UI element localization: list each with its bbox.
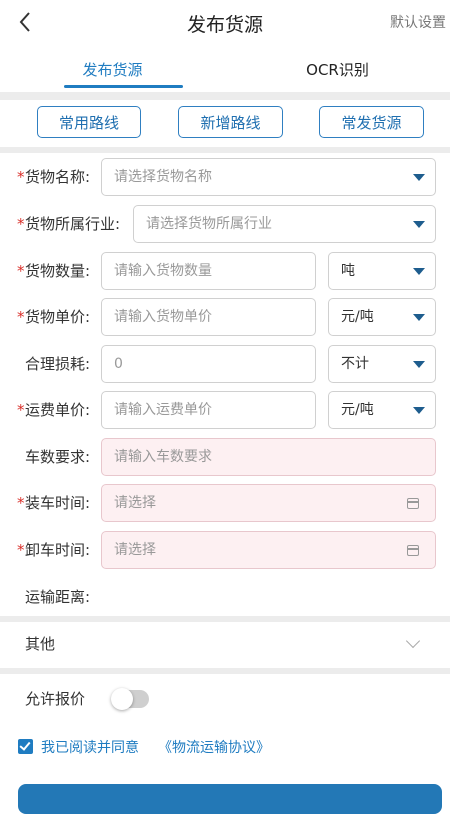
loss-row: 合理损耗: 0 不计: [0, 345, 450, 383]
loss-input[interactable]: 0: [101, 345, 316, 383]
loss-label: 合理损耗:: [25, 355, 91, 373]
agreement-text: 我已阅读并同意: [41, 740, 139, 756]
distance-label: 运输距离:: [25, 588, 91, 606]
switch-knob: [111, 688, 133, 710]
page-title: 发布货源: [186, 14, 263, 36]
quantity-row: * 货物数量: 请输入货物数量 吨: [0, 252, 450, 290]
allow-quote-switch[interactable]: [111, 688, 149, 710]
quantity-label: * 货物数量:: [17, 252, 90, 290]
load-time-label: * 装车时间:: [17, 484, 90, 522]
other-label: 其他: [25, 635, 56, 653]
other-section-toggle[interactable]: 其他: [0, 622, 450, 666]
tab-bar: 发布货源 OCR识别: [0, 48, 450, 90]
submit-button[interactable]: [18, 784, 442, 814]
unit-price-row: * 货物单价: 请输入货物单价 元/吨: [0, 298, 450, 336]
tab-publish-goods[interactable]: 发布货源: [0, 48, 225, 90]
goods-name-label: * 货物名称:: [17, 158, 90, 196]
unit-price-unit-select[interactable]: 元/吨: [328, 298, 436, 336]
checkbox-checked-icon[interactable]: [18, 739, 33, 754]
loss-unit-select[interactable]: 不计: [328, 345, 436, 383]
default-settings-link[interactable]: 默认设置: [390, 12, 446, 32]
agreement-link[interactable]: 《物流运输协议》: [158, 737, 270, 757]
calendar-icon: [407, 545, 419, 556]
industry-select[interactable]: 请选择货物所属行业: [133, 205, 436, 243]
calendar-icon: [407, 498, 419, 509]
app-header: 发布货源 默认设置: [0, 0, 450, 44]
vehicle-count-label: 车数要求:: [25, 448, 91, 466]
load-time-picker[interactable]: 请选择: [101, 484, 436, 522]
unit-price-input[interactable]: 请输入货物单价: [101, 298, 316, 336]
freight-price-row: * 运费单价: 请输入运费单价 元/吨: [0, 391, 450, 429]
caret-down-icon: [413, 361, 425, 368]
common-routes-button[interactable]: 常用路线: [37, 106, 141, 138]
shortcut-bar: 常用路线 新增路线 常发货源: [0, 100, 450, 146]
required-mark: *: [17, 401, 25, 419]
tab-ocr[interactable]: OCR识别: [225, 48, 450, 90]
industry-row: * 货物所属行业: 请选择货物所属行业: [0, 205, 450, 243]
allow-quote-label: 允许报价: [25, 690, 86, 708]
distance-row: 运输距离:: [0, 578, 450, 616]
divider: [0, 668, 450, 674]
goods-name-row: * 货物名称: 请选择货物名称: [0, 158, 450, 196]
required-mark: *: [17, 262, 25, 280]
goods-name-select[interactable]: 请选择货物名称: [101, 158, 436, 196]
required-mark: *: [17, 494, 25, 512]
vehicle-count-row: 车数要求: 请输入车数要求: [0, 438, 450, 476]
freight-price-label: * 运费单价:: [17, 391, 90, 429]
load-time-row: * 装车时间: 请选择: [0, 484, 450, 522]
caret-down-icon: [413, 314, 425, 321]
unit-price-label: * 货物单价:: [17, 298, 90, 336]
industry-label: * 货物所属行业:: [17, 205, 120, 243]
quantity-input[interactable]: 请输入货物数量: [101, 252, 316, 290]
required-mark: *: [17, 215, 25, 233]
vehicle-count-input[interactable]: 请输入车数要求: [101, 438, 436, 476]
unload-time-label: * 卸车时间:: [17, 531, 90, 569]
frequent-goods-button[interactable]: 常发货源: [319, 106, 424, 138]
add-route-button[interactable]: 新增路线: [178, 106, 283, 138]
freight-price-input[interactable]: 请输入运费单价: [101, 391, 316, 429]
required-mark: *: [17, 308, 25, 326]
required-mark: *: [17, 541, 25, 559]
caret-down-icon: [413, 221, 425, 228]
freight-price-unit-select[interactable]: 元/吨: [328, 391, 436, 429]
caret-down-icon: [413, 407, 425, 414]
divider: [0, 92, 450, 100]
divider: [0, 147, 450, 153]
quantity-unit-select[interactable]: 吨: [328, 252, 436, 290]
chevron-down-icon: [405, 633, 421, 649]
required-mark: *: [17, 168, 25, 186]
caret-down-icon: [413, 174, 425, 181]
unload-time-row: * 卸车时间: 请选择: [0, 531, 450, 569]
unload-time-picker[interactable]: 请选择: [101, 531, 436, 569]
caret-down-icon: [413, 268, 425, 275]
